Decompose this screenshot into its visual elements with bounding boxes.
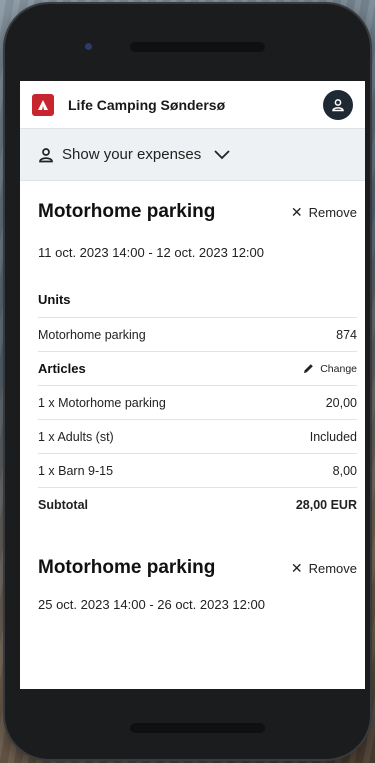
camera-icon — [85, 43, 92, 50]
change-label: Change — [320, 362, 357, 375]
unit-number: 874 — [336, 327, 357, 342]
article-name: 1 x Motorhome parking — [38, 395, 166, 410]
app-screen: Life Camping Søndersø Show your expenses… — [20, 81, 365, 689]
booking-header: Motorhome parking ✕ Remove — [38, 201, 357, 223]
subtotal-value: 28,00 EUR — [295, 497, 357, 512]
article-name: 1 x Barn 9-15 — [38, 463, 114, 478]
article-price: 8,00 — [332, 463, 357, 478]
article-row: 1 x Adults (st) Included — [38, 419, 357, 453]
home-bar — [130, 723, 265, 733]
articles-heading: Articles — [38, 361, 86, 376]
change-button[interactable]: Change — [302, 362, 357, 375]
chevron-down-icon — [214, 149, 230, 159]
close-icon: ✕ — [290, 203, 303, 220]
article-name: 1 x Adults (st) — [38, 429, 114, 444]
remove-label: Remove — [308, 204, 357, 220]
unit-name: Motorhome parking — [38, 327, 146, 342]
unit-row: Motorhome parking 874 — [38, 317, 357, 351]
show-expenses-label: Show your expenses — [62, 146, 202, 163]
camping-logo-icon[interactable] — [32, 93, 54, 116]
user-avatar-button[interactable] — [323, 89, 353, 120]
remove-button[interactable]: ✕ Remove — [291, 204, 357, 221]
booking-dates: 11 oct. 2023 14:00 - 12 oct. 2023 12:00 — [38, 245, 264, 260]
app-title: Life Camping Søndersø — [68, 96, 226, 113]
units-heading: Units — [38, 292, 71, 307]
articles-header: Articles Change — [38, 351, 357, 385]
app-header: Life Camping Søndersø — [20, 81, 365, 129]
article-price: 20,00 — [325, 395, 357, 410]
close-icon: ✕ — [290, 559, 303, 576]
booking-header: Motorhome parking ✕ Remove — [38, 557, 357, 579]
show-expenses-toggle[interactable]: Show your expenses — [20, 129, 365, 181]
pencil-icon — [304, 364, 314, 373]
speaker-grille — [130, 42, 265, 52]
subtotal-row: Subtotal 28,00 EUR — [38, 487, 357, 521]
article-row: 1 x Motorhome parking 20,00 — [38, 385, 357, 419]
remove-label: Remove — [308, 560, 357, 576]
user-icon — [39, 147, 53, 162]
user-icon — [332, 98, 344, 111]
booking-dates: 25 oct. 2023 14:00 - 26 oct. 2023 12:00 — [38, 597, 265, 612]
booking-title: Motorhome parking — [38, 557, 216, 578]
remove-button[interactable]: ✕ Remove — [291, 560, 357, 577]
article-price: Included — [309, 429, 357, 444]
subtotal-label: Subtotal — [38, 497, 88, 512]
booking-title: Motorhome parking — [38, 201, 216, 222]
booking-list: Motorhome parking ✕ Remove 11 oct. 2023 … — [20, 201, 365, 614]
article-row: 1 x Barn 9-15 8,00 — [38, 453, 357, 487]
